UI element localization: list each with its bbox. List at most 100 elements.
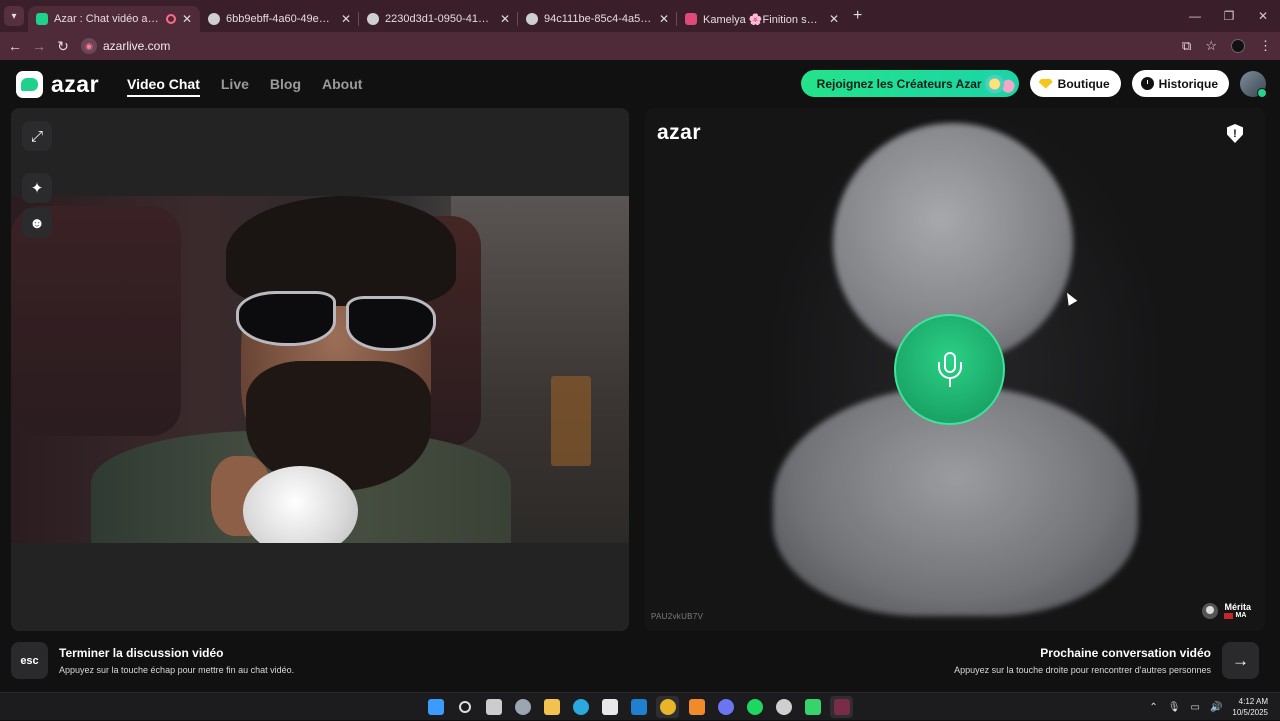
azar-page: azar Video Chat Live Blog About Rejoigne…: [0, 60, 1280, 692]
voice-mode-mic-button[interactable]: [894, 314, 1005, 425]
partner-panel-logo: azar: [657, 121, 702, 144]
browser-menu-icon[interactable]: ⋮: [1259, 38, 1272, 54]
file-explorer-icon[interactable]: [540, 696, 563, 718]
history-label: Historique: [1158, 76, 1218, 91]
my-video-panel: ⤢ ✦ ☻: [11, 108, 629, 631]
partner-country: MA: [1235, 612, 1247, 619]
esc-button[interactable]: esc: [11, 642, 48, 679]
globe-favicon-icon: [367, 13, 379, 25]
tab-title: 6bb9ebff-4a60-49ed-8490-c85: [226, 13, 335, 25]
browser-tab-4[interactable]: 94c111be-85c4-4a5d-8875-f38 ✕: [518, 6, 677, 32]
taskbar-time: 4:12 AM: [1238, 697, 1268, 706]
expand-icon[interactable]: ⤢: [22, 121, 52, 151]
browser-address-bar: ← → ↻ ◉ azarlive.com ⧉ ☆ ⋮: [0, 32, 1280, 60]
tab-close-icon[interactable]: ✕: [341, 12, 351, 26]
report-shield-icon[interactable]: !: [1227, 124, 1243, 143]
tab-title: 2230d3d1-0950-4159-97a8-01: [385, 13, 494, 25]
taskbar-date: 10/5/2025: [1232, 708, 1268, 717]
edge-icon[interactable]: [569, 696, 592, 718]
app-circle-icon[interactable]: [772, 696, 795, 718]
tab-search-chevron-icon[interactable]: ▾: [4, 6, 24, 26]
morocco-flag-icon: [1224, 612, 1234, 619]
azar-logo[interactable]: azar: [16, 71, 99, 98]
next-chat-subtitle: Appuyez sur la touche droite pour rencon…: [954, 665, 1211, 675]
url-field[interactable]: ◉ azarlive.com: [81, 38, 170, 54]
partner-name: Mérita: [1224, 602, 1251, 612]
next-chat-title: Prochaine conversation vidéo: [1040, 646, 1211, 660]
profile-icon[interactable]: [1231, 39, 1245, 53]
bookmark-star-icon[interactable]: ☆: [1205, 38, 1217, 54]
terminal-icon[interactable]: [830, 696, 853, 718]
taskbar-clock[interactable]: 4:12 AM 10/5/2025: [1232, 696, 1268, 718]
browser-tab-5[interactable]: Kamelya 🌸Finition spéciale💕 ✕: [677, 6, 847, 32]
end-chat-title: Terminer la discussion vidéo: [59, 646, 224, 660]
nav-about[interactable]: About: [322, 76, 362, 97]
microphone-icon: [935, 351, 965, 388]
user-avatar[interactable]: [1240, 70, 1267, 98]
browser-tab-azar[interactable]: Azar : Chat vidéo avec de nouv ✕: [28, 6, 200, 32]
join-creators-label: Rejoignez les Créateurs Azar: [816, 76, 982, 91]
store-icon[interactable]: [598, 696, 621, 718]
new-tab-button[interactable]: +: [853, 7, 862, 25]
globe-favicon-icon: [526, 13, 538, 25]
history-button[interactable]: Historique: [1131, 70, 1229, 97]
azar-logo-icon: [16, 71, 43, 98]
tray-display-icon[interactable]: ▭: [1191, 702, 1200, 713]
spotify-icon[interactable]: [743, 696, 766, 718]
app-favicon-icon: [685, 13, 697, 25]
next-arrow-button[interactable]: →: [1222, 642, 1259, 679]
windows-taskbar: ⌃ 🎙 ▭ 🔊 4:12 AM 10/5/2025: [0, 692, 1280, 720]
clock-icon: [1140, 77, 1154, 90]
nav-video-chat[interactable]: Video Chat: [127, 76, 200, 97]
partner-id: PAU2vkUB7V: [651, 612, 704, 621]
app-orange-icon[interactable]: [685, 696, 708, 718]
partner-avatar-icon: [1202, 602, 1219, 619]
nav-live[interactable]: Live: [221, 76, 249, 97]
partner-badge: Mérita MA: [1202, 602, 1251, 619]
shield-glyph: !: [1233, 127, 1237, 140]
tab-close-icon[interactable]: ✕: [182, 12, 192, 26]
app-green-icon[interactable]: [801, 696, 824, 718]
partner-video-panel: azar ! PAU2vkUB7V Mérita MA: [645, 108, 1265, 631]
join-creators-button[interactable]: Rejoignez les Créateurs Azar: [800, 70, 1019, 97]
site-info-icon[interactable]: ◉: [81, 38, 97, 54]
reload-icon[interactable]: ↻: [51, 38, 75, 55]
forward-icon[interactable]: →: [27, 38, 51, 54]
search-icon[interactable]: [453, 696, 476, 718]
tab-close-icon[interactable]: ✕: [659, 12, 669, 26]
system-tray: ⌃ 🎙 ▭ 🔊 4:12 AM 10/5/2025: [1149, 693, 1268, 721]
effects-sparkle-icon[interactable]: ✦: [22, 173, 52, 203]
tray-mic-icon[interactable]: 🎙: [1168, 702, 1181, 713]
shop-label: Boutique: [1057, 76, 1110, 91]
window-controls: — ❐ ✕: [1178, 0, 1280, 32]
my-camera-feed: [11, 196, 629, 543]
windows-start-icon[interactable]: [424, 696, 447, 718]
browser-tab-3[interactable]: 2230d3d1-0950-4159-97a8-01 ✕: [359, 6, 518, 32]
creators-decoration-icon: [980, 73, 1015, 95]
nav-blog[interactable]: Blog: [270, 76, 301, 97]
discord-icon[interactable]: [714, 696, 737, 718]
tray-volume-icon[interactable]: 🔊: [1210, 702, 1222, 713]
task-view-icon[interactable]: [482, 696, 505, 718]
back-icon[interactable]: ←: [3, 38, 27, 54]
tab-close-icon[interactable]: ✕: [829, 12, 839, 26]
tab-close-icon[interactable]: ✕: [500, 12, 510, 26]
minimize-button[interactable]: —: [1178, 9, 1212, 23]
tab-title: Azar : Chat vidéo avec de nouv: [54, 13, 162, 25]
cast-icon[interactable]: ⧉: [1182, 38, 1191, 54]
outlook-icon[interactable]: [627, 696, 650, 718]
end-chat-subtitle: Appuyez sur la touche échap pour mettre …: [59, 665, 295, 675]
end-chat-hint: esc Terminer la discussion vidéo Appuyez…: [11, 642, 294, 679]
tray-chevron-icon[interactable]: ⌃: [1149, 702, 1157, 713]
browser-tab-2[interactable]: 6bb9ebff-4a60-49ed-8490-c85 ✕: [200, 6, 359, 32]
recording-indicator-icon: [165, 14, 176, 24]
azar-favicon-icon: [36, 13, 48, 25]
globe-favicon-icon: [208, 13, 220, 25]
sticker-face-icon[interactable]: ☻: [22, 208, 52, 238]
restore-button[interactable]: ❐: [1212, 9, 1246, 23]
settings-icon[interactable]: [511, 696, 534, 718]
close-window-button[interactable]: ✕: [1246, 9, 1280, 23]
chrome-icon[interactable]: [656, 696, 679, 718]
shop-button[interactable]: Boutique: [1029, 70, 1121, 97]
url-text: azarlive.com: [103, 39, 171, 53]
